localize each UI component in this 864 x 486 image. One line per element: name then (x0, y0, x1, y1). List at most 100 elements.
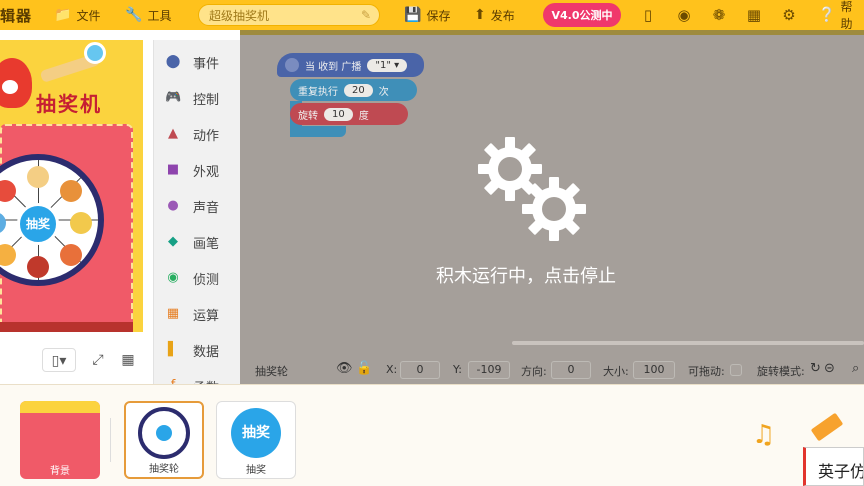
help-label: 帮助 (840, 0, 853, 31)
gamepad-icon: 🎮 (165, 90, 182, 105)
category-label: 画笔 (193, 236, 220, 252)
pencil-icon: ✎ (360, 8, 371, 22)
category-data[interactable]: ▌ 数据 (154, 332, 240, 368)
upload-icon: ⬆ (474, 7, 486, 23)
running-gears-icon[interactable] (474, 133, 594, 245)
y-input[interactable]: -109 (468, 361, 510, 379)
sprite-card-button[interactable]: 抽奖 抽奖 (216, 401, 296, 479)
brush-icon: ◆ (168, 234, 178, 249)
block-label: 重复执行 (298, 86, 338, 98)
radar-icon: ◉ (167, 270, 179, 285)
phone-icon[interactable]: ▯ (639, 6, 657, 24)
device-selector[interactable]: ▯▾ (42, 348, 76, 372)
direction-input[interactable]: 0 (551, 361, 591, 379)
version-badge[interactable]: V4.0公测中 (543, 3, 621, 27)
music-note-icon[interactable]: ♫ (752, 420, 775, 450)
ime-candidate-box[interactable]: 英子仿 (803, 447, 864, 486)
category-looks[interactable]: ■ 外观 (154, 152, 240, 188)
tray-divider (110, 418, 111, 462)
rotation-mode-label: 旋转模式: (757, 365, 805, 378)
calendar-icon[interactable]: ▦ (745, 6, 763, 24)
sprite-card-background[interactable]: 背景 (20, 401, 100, 479)
calculator-icon: ▦ (166, 306, 180, 321)
fullscreen-icon[interactable]: ⤢ (88, 348, 108, 372)
direction-label: 方向: (521, 365, 547, 378)
sprite-properties-bar: 抽奖轮 👁 🔓 X: 0 Y: -109 方向: 0 大小: 100 可拖动: … (240, 356, 864, 384)
file-menu[interactable]: 📁 文件 (54, 0, 100, 30)
stage-title: 抽奖机 (36, 92, 102, 116)
rotate-block[interactable]: 旋转 10 度 (290, 103, 408, 125)
board-stand (0, 322, 133, 332)
repeat-count-input[interactable]: 20 (344, 83, 373, 97)
broadcast-value: "1" (375, 59, 391, 71)
pin-image (84, 42, 106, 64)
extension-icon[interactable]: ❁ (710, 6, 728, 24)
category-motion[interactable]: ▲ 动作 (154, 116, 240, 152)
block-categories: ⬤ 事件 🎮 控制 ▲ 动作 ■ 外观 ● 声音 ◆ 画笔 ◉ 侦测 ▦ 运算 … (153, 40, 240, 384)
publish-button[interactable]: ⬆ 发布 (474, 0, 515, 30)
tools-menu[interactable]: 🔧 工具 (125, 0, 171, 30)
category-label: 事件 (193, 56, 220, 72)
x-input[interactable]: 0 (400, 361, 440, 379)
button-thumb-circle: 抽奖 (231, 408, 281, 458)
category-label: 动作 (193, 128, 220, 144)
gear-icon[interactable]: ⚙ (780, 6, 798, 24)
block-unit: 次 (378, 86, 389, 98)
robot-icon[interactable]: ◉ (675, 6, 693, 24)
ghost-icon: ▲ (168, 126, 178, 141)
broadcast-dropdown[interactable]: "1" ▾ (367, 58, 408, 72)
project-name: 超级抽奖机 (209, 8, 270, 23)
rotate-degrees-input[interactable]: 10 (324, 107, 353, 121)
category-label: 函数 (193, 377, 219, 385)
sprite-name[interactable]: 抽奖轮 (255, 363, 288, 379)
publish-label: 发布 (490, 8, 515, 23)
search-icon[interactable]: ⌕ (852, 361, 859, 376)
category-label: 声音 (193, 200, 220, 216)
category-event[interactable]: ⬤ 事件 (154, 44, 240, 80)
toggle-icon: ⬤ (165, 54, 181, 69)
category-functions[interactable]: ƒ 函数 (154, 368, 240, 384)
wheel-thumb-hub (156, 425, 172, 441)
wheel-prize (27, 166, 49, 188)
broadcast-received-block[interactable]: 当 收到 广播 "1" ▾ (277, 53, 424, 77)
wheel-thumbnail (126, 403, 202, 463)
wheel-prize (60, 180, 82, 202)
background-thumb-top (20, 401, 100, 413)
sprite-card-label: 抽奖 (246, 465, 266, 476)
block-label: 旋转 (298, 110, 318, 122)
project-name-field[interactable]: 超级抽奖机 ✎ (198, 4, 380, 26)
rotate-around-icon[interactable]: ↻ (810, 361, 821, 376)
category-sensing[interactable]: ◉ 侦测 (154, 260, 240, 296)
running-stop-message[interactable]: 积木运行中，点击停止 (436, 262, 666, 288)
stage-preview[interactable]: 抽奖机 抽奖 (0, 40, 143, 332)
workspace-scrollbar[interactable] (512, 341, 864, 345)
save-button[interactable]: 💾 保存 (404, 0, 450, 30)
grid-icon[interactable]: ▦ (118, 348, 138, 372)
help-button[interactable]: ❔ 帮助 (818, 0, 864, 31)
repeat-block[interactable]: 重复执行 20 次 (290, 79, 417, 101)
category-label: 侦测 (193, 272, 220, 288)
category-operators[interactable]: ▦ 运算 (154, 296, 240, 332)
wheel-hub-button[interactable]: 抽奖 (17, 203, 59, 245)
app-logo: 辑器 (0, 6, 33, 25)
tools-menu-label: 工具 (147, 8, 172, 23)
mascot-image (0, 58, 32, 108)
size-input[interactable]: 100 (633, 361, 675, 379)
wheel-prize (0, 180, 16, 202)
chevron-down-icon: ▾ (394, 59, 400, 71)
sprite-card-label: 抽奖轮 (149, 464, 179, 475)
size-label: 大小: (603, 365, 629, 378)
category-label: 运算 (193, 308, 220, 324)
category-control[interactable]: 🎮 控制 (154, 80, 240, 116)
category-pen[interactable]: ◆ 画笔 (154, 224, 240, 260)
draggable-label: 可拖动: (688, 365, 725, 378)
draggable-checkbox[interactable] (730, 364, 742, 376)
y-label: Y: (453, 363, 462, 376)
eye-icon[interactable]: 👁 (336, 361, 353, 376)
category-sound[interactable]: ● 声音 (154, 188, 240, 224)
sprite-card-label: 背景 (50, 466, 70, 477)
sprite-card-wheel[interactable]: 抽奖轮 (124, 401, 204, 479)
lock-icon[interactable]: 🔓 (356, 361, 372, 376)
zoom-out-icon[interactable]: ⊝ (824, 361, 835, 376)
wheel-prize (0, 212, 6, 234)
